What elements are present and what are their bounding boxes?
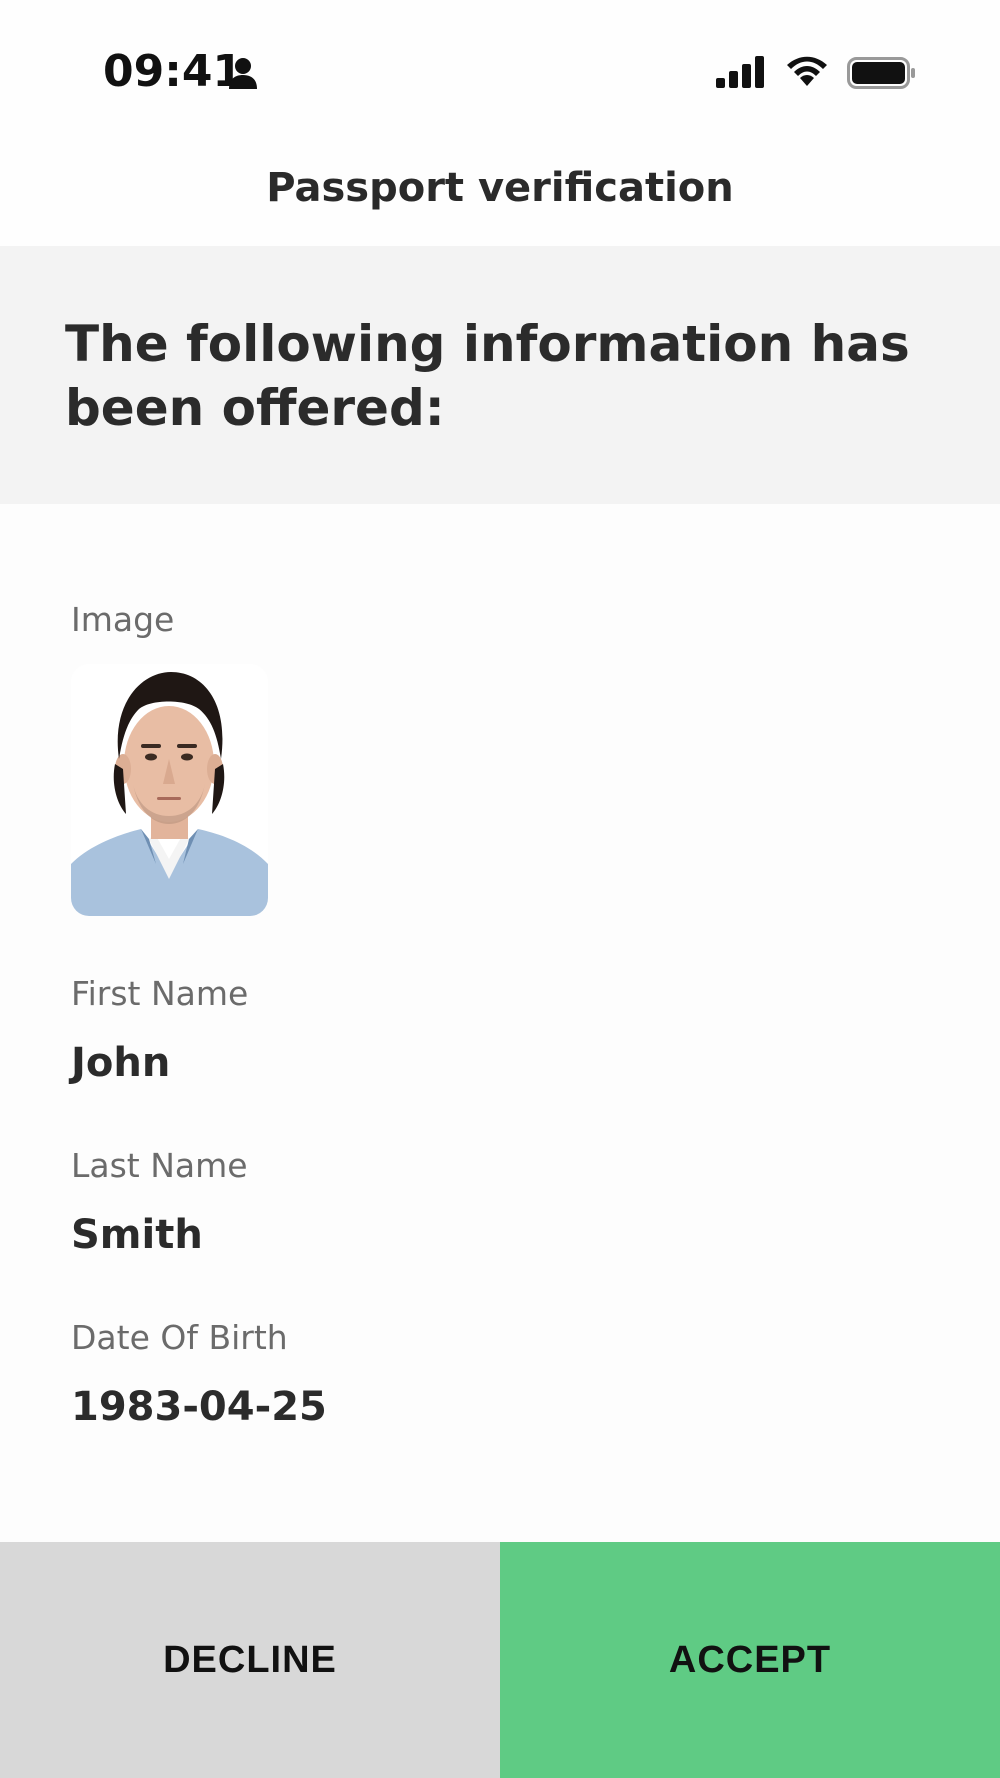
date-of-birth-value: 1983-04-25	[71, 1384, 327, 1430]
accept-button[interactable]: ACCEPT	[500, 1542, 1000, 1778]
status-time: 09:41	[103, 46, 244, 97]
last-name-value: Smith	[71, 1212, 203, 1258]
passport-verification-screen: 09:41 Passport verification The followin…	[0, 0, 1000, 1778]
status-bar: 09:41	[0, 0, 1000, 140]
info-offered-banner: The following information has been offer…	[0, 246, 1000, 504]
person-icon	[228, 57, 258, 89]
action-bar: DECLINE ACCEPT	[0, 1542, 1000, 1778]
banner-heading: The following information has been offer…	[65, 315, 910, 437]
date-of-birth-label: Date Of Birth	[71, 1318, 288, 1357]
image-label: Image	[71, 600, 175, 639]
wifi-icon	[785, 56, 829, 88]
battery-icon	[847, 57, 917, 89]
last-name-label: Last Name	[71, 1146, 248, 1185]
first-name-label: First Name	[71, 974, 249, 1013]
decline-button[interactable]: DECLINE	[0, 1542, 500, 1778]
cellular-signal-icon	[716, 56, 766, 88]
first-name-value: John	[71, 1040, 171, 1086]
page-title: Passport verification	[266, 165, 734, 211]
passport-photo	[71, 664, 268, 916]
credential-details: Image First Name John Last Name Smith Da…	[0, 504, 1000, 1542]
